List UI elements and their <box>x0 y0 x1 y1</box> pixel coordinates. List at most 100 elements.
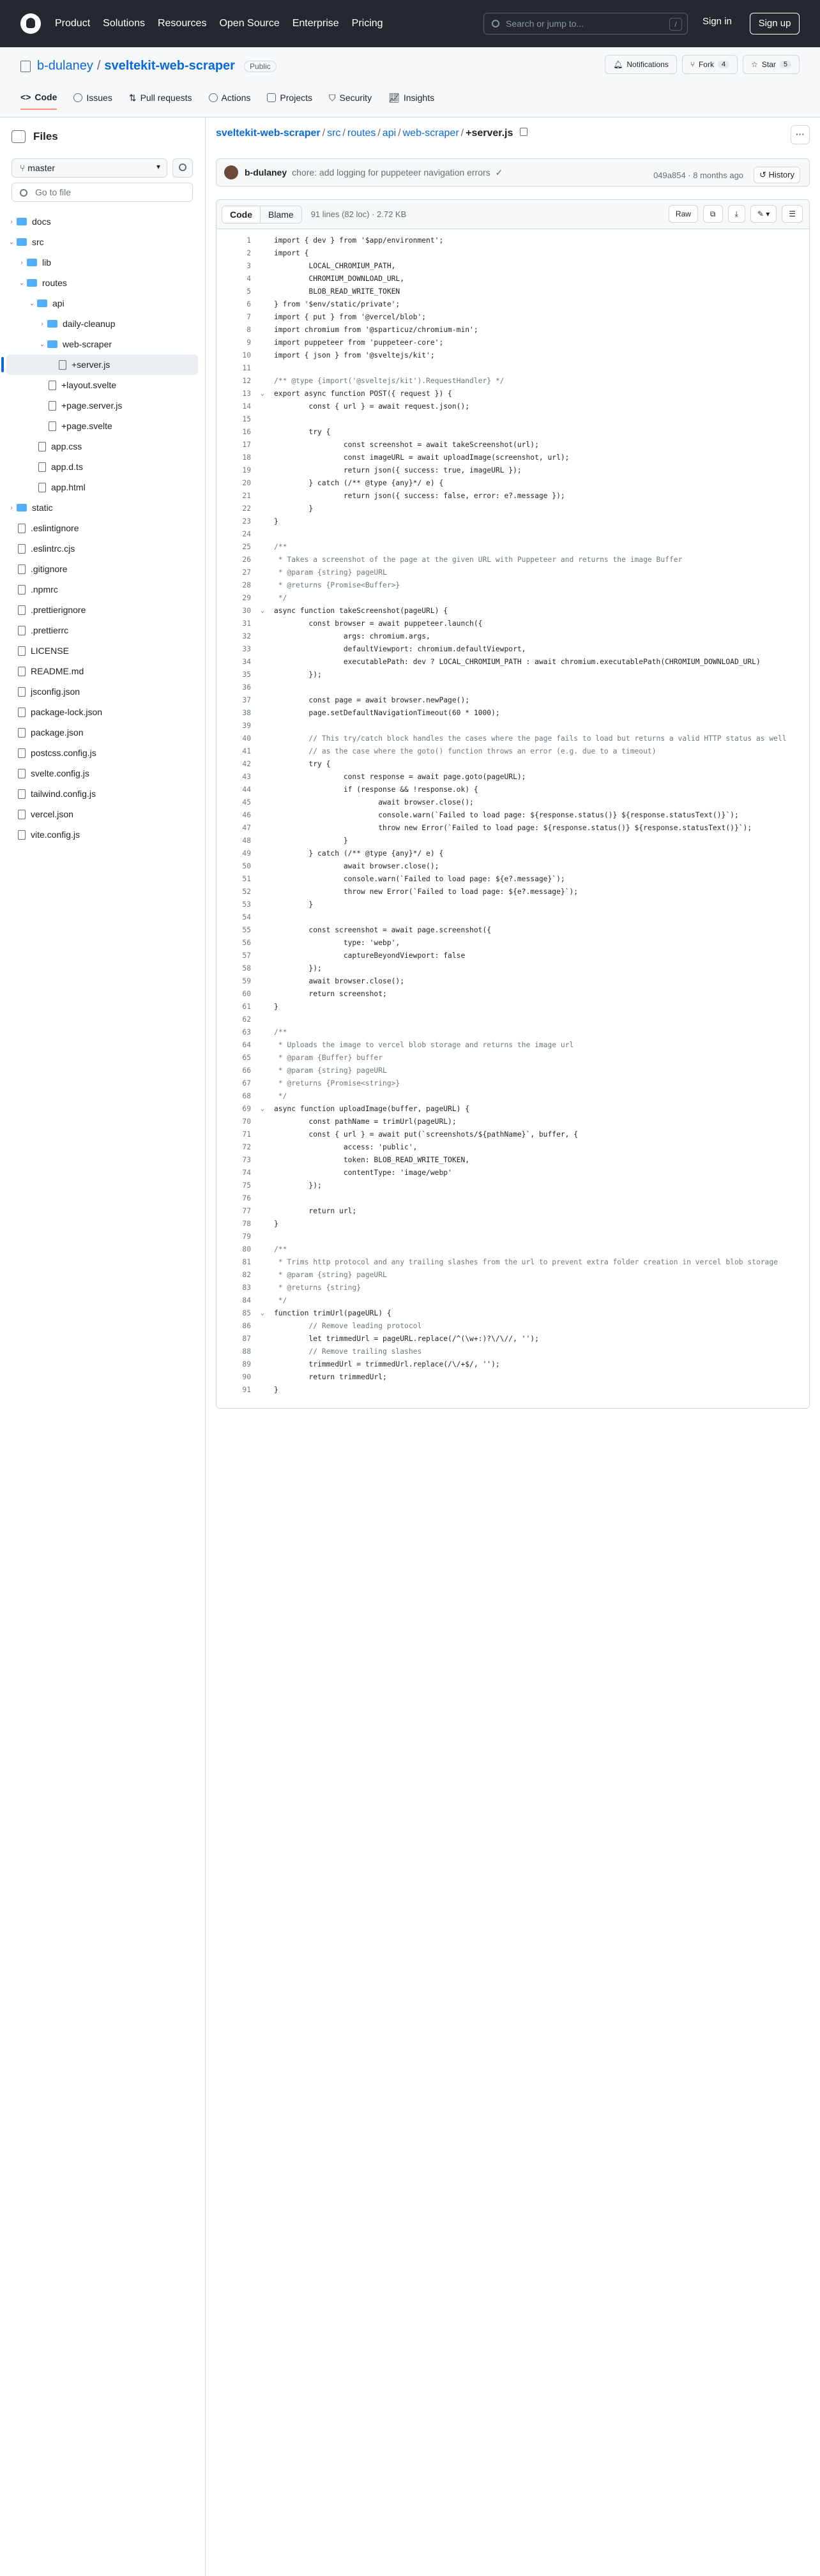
tree-file-item[interactable]: svelte.config.js <box>6 763 198 784</box>
line-number[interactable]: 29 <box>216 592 251 605</box>
line-number[interactable]: 68 <box>216 1090 251 1103</box>
tree-file-item[interactable]: package-lock.json <box>6 702 198 722</box>
branch-selector[interactable]: ⑂ master <box>11 158 167 178</box>
line-number[interactable]: 30 <box>216 605 251 617</box>
chevron-icon[interactable]: ⌄ <box>37 341 47 348</box>
tree-file-item[interactable]: .gitignore <box>6 559 198 579</box>
line-number[interactable]: 40 <box>216 732 251 745</box>
line-number[interactable]: 44 <box>216 784 251 796</box>
line-number[interactable]: 38 <box>216 707 251 720</box>
line-number[interactable]: 63 <box>216 1026 251 1039</box>
breadcrumb-routes[interactable]: routes <box>347 128 376 139</box>
line-number[interactable]: 28 <box>216 579 251 592</box>
tree-folder-item[interactable]: › lib <box>6 252 198 273</box>
tree-file-item[interactable]: app.d.ts <box>6 457 198 477</box>
line-number[interactable]: 83 <box>216 1282 251 1294</box>
tree-file-item[interactable]: LICENSE <box>6 640 198 661</box>
line-number[interactable]: 14 <box>216 400 251 413</box>
line-number[interactable]: 16 <box>216 426 251 439</box>
tree-file-item[interactable]: .npmrc <box>6 579 198 600</box>
breadcrumb-src[interactable]: src <box>327 128 340 139</box>
avatar[interactable] <box>224 165 238 179</box>
line-number[interactable]: 47 <box>216 822 251 835</box>
tree-file-item[interactable]: app.css <box>6 436 198 457</box>
line-number[interactable]: 89 <box>216 1358 251 1371</box>
line-number[interactable]: 59 <box>216 975 251 988</box>
tab-insights[interactable]: 📈︎ Insights <box>388 92 434 110</box>
commit-message[interactable]: chore: add logging for puppeteer navigat… <box>292 167 490 178</box>
github-logo-icon[interactable] <box>20 13 41 34</box>
line-number[interactable]: 80 <box>216 1243 251 1256</box>
commit-hash[interactable]: 049a854 <box>653 170 686 180</box>
tree-folder-item[interactable]: › docs <box>6 211 198 232</box>
tab-actions[interactable]: Actions <box>208 92 250 110</box>
line-number[interactable]: 1 <box>216 234 251 247</box>
tree-folder-item[interactable]: ⌄ src <box>6 232 198 252</box>
tree-file-item[interactable]: .eslintignore <box>6 518 198 538</box>
chevron-icon[interactable]: › <box>17 259 27 266</box>
chevron-icon[interactable]: › <box>37 321 47 328</box>
line-number[interactable]: 64 <box>216 1039 251 1052</box>
line-number[interactable]: 85 <box>216 1307 251 1320</box>
line-number[interactable]: 27 <box>216 566 251 579</box>
line-number[interactable]: 11 <box>216 362 251 375</box>
tab-security[interactable]: ⛉ Security <box>329 92 372 110</box>
tree-folder-item[interactable]: ⌄ api <box>6 293 198 314</box>
line-number[interactable]: 43 <box>216 771 251 784</box>
repo-name-link[interactable]: sveltekit-web-scraper <box>104 59 235 73</box>
line-number[interactable]: 13 <box>216 388 251 400</box>
tree-file-item[interactable]: vite.config.js <box>6 824 198 845</box>
line-number[interactable]: 19 <box>216 464 251 477</box>
star-button[interactable]: ☆ Star 5 <box>743 55 800 74</box>
line-number[interactable]: 86 <box>216 1320 251 1333</box>
line-number[interactable]: 20 <box>216 477 251 490</box>
breadcrumb-api[interactable]: api <box>383 128 396 139</box>
symbols-panel-icon[interactable]: ☰ <box>782 205 803 223</box>
line-number[interactable]: 17 <box>216 439 251 451</box>
commit-author[interactable]: b-dulaney <box>245 167 287 178</box>
line-number[interactable]: 53 <box>216 898 251 911</box>
download-icon[interactable]: ⤓ <box>727 205 745 223</box>
tree-file-item[interactable]: +page.svelte <box>6 416 198 436</box>
line-number[interactable]: 46 <box>216 809 251 822</box>
line-number[interactable]: 88 <box>216 1345 251 1358</box>
line-number[interactable]: 12 <box>216 375 251 388</box>
line-number[interactable]: 39 <box>216 720 251 732</box>
line-number[interactable]: 2 <box>216 247 251 260</box>
tree-file-item[interactable]: +page.server.js <box>6 395 198 416</box>
raw-button[interactable]: Raw <box>668 205 698 223</box>
chevron-icon[interactable]: ⌄ <box>27 300 37 307</box>
line-number[interactable]: 3 <box>216 260 251 273</box>
line-number[interactable]: 90 <box>216 1371 251 1384</box>
line-number[interactable]: 71 <box>216 1128 251 1141</box>
line-number[interactable]: 65 <box>216 1052 251 1064</box>
line-number[interactable]: 33 <box>216 643 251 656</box>
line-number[interactable]: 37 <box>216 694 251 707</box>
tree-file-item[interactable]: jsconfig.json <box>6 681 198 702</box>
line-number[interactable]: 77 <box>216 1205 251 1218</box>
line-number[interactable]: 21 <box>216 490 251 503</box>
line-number[interactable]: 6 <box>216 298 251 311</box>
tree-file-item[interactable]: .prettierrc <box>6 620 198 640</box>
line-number[interactable]: 41 <box>216 745 251 758</box>
nav-enterprise[interactable]: Enterprise <box>292 18 339 29</box>
line-number[interactable]: 91 <box>216 1384 251 1397</box>
line-number[interactable]: 48 <box>216 835 251 847</box>
line-number[interactable]: 32 <box>216 630 251 643</box>
line-number[interactable]: 72 <box>216 1141 251 1154</box>
tree-file-item[interactable]: postcss.config.js <box>6 743 198 763</box>
line-number[interactable]: 73 <box>216 1154 251 1167</box>
tab-code[interactable]: <> Code <box>20 92 57 110</box>
tree-file-item[interactable]: README.md <box>6 661 198 681</box>
line-number[interactable]: 10 <box>216 349 251 362</box>
line-number[interactable]: 51 <box>216 873 251 886</box>
line-number[interactable]: 76 <box>216 1192 251 1205</box>
chevron-icon[interactable]: ⌄ <box>17 280 27 287</box>
breadcrumb-repo[interactable]: sveltekit-web-scraper <box>216 128 321 139</box>
chevron-icon[interactable]: ⌄ <box>6 239 17 246</box>
tab-issues[interactable]: Issues <box>73 92 112 110</box>
nav-open-source[interactable]: Open Source <box>219 18 279 29</box>
edit-pencil-icon[interactable]: ✎ ▾ <box>750 205 777 223</box>
fold-chevron-icon[interactable]: ⌄ <box>251 1103 274 1116</box>
line-number[interactable]: 84 <box>216 1294 251 1307</box>
